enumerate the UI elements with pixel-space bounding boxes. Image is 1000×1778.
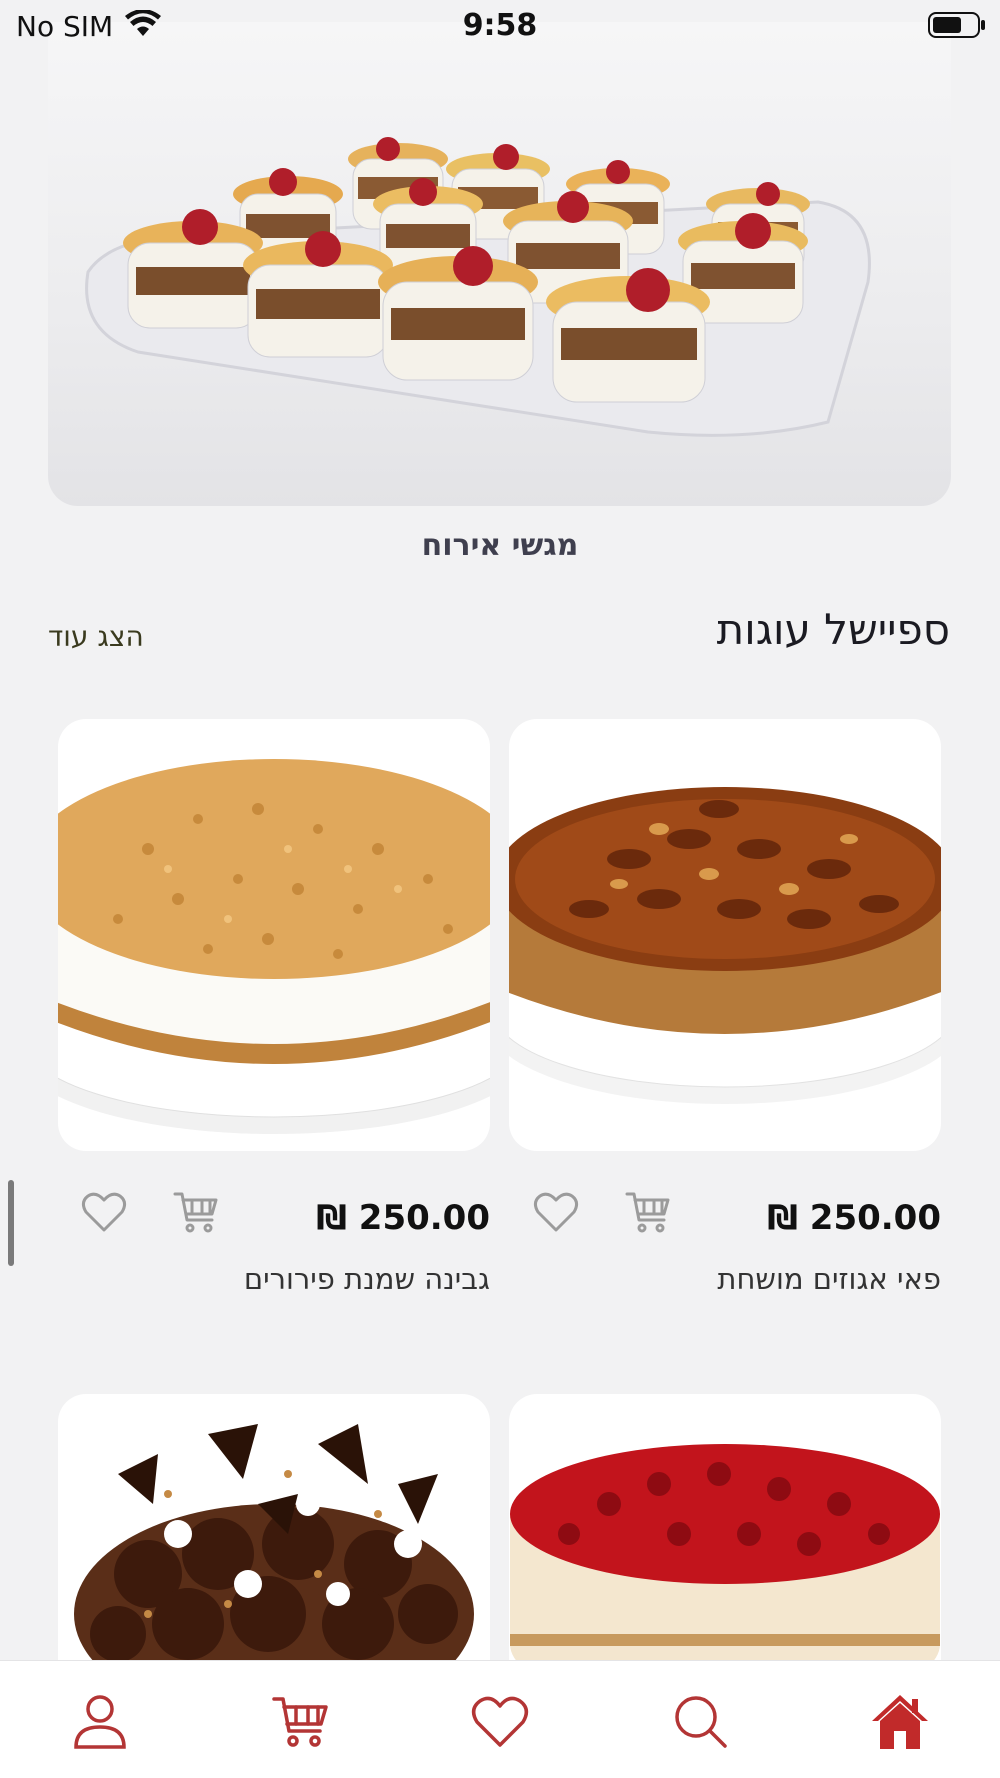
heart-icon[interactable] — [470, 1691, 530, 1751]
add-to-cart-icon[interactable] — [624, 1188, 672, 1236]
product-price: ₪ 250.00 — [767, 1198, 941, 1238]
product-name[interactable]: פאי אגוזים מושחת — [509, 1262, 941, 1296]
add-to-cart-icon[interactable] — [172, 1188, 220, 1236]
section-title: ספיישל עוגות — [716, 605, 950, 654]
battery-icon — [928, 12, 986, 42]
show-more-link[interactable]: הצג עוד — [48, 620, 144, 653]
product-name[interactable]: גבינה שמנת פירורים — [58, 1262, 490, 1296]
user-icon[interactable] — [70, 1691, 130, 1751]
clock: 9:58 — [462, 8, 538, 43]
cart-icon[interactable] — [270, 1691, 330, 1751]
product-price: ₪ 250.00 — [316, 1198, 490, 1238]
scroll-indicator[interactable] — [8, 1180, 14, 1266]
favorite-heart-icon[interactable] — [80, 1188, 128, 1236]
hero-image-fruit-platter[interactable] — [48, 22, 951, 506]
product-image[interactable] — [509, 719, 941, 1151]
home-icon[interactable] — [870, 1691, 930, 1751]
status-bar: No SIM 9:58 — [0, 0, 1000, 50]
bottom-tab-bar — [0, 1660, 1000, 1778]
favorite-heart-icon[interactable] — [532, 1188, 580, 1236]
search-icon[interactable] — [670, 1691, 730, 1751]
product-image[interactable] — [58, 719, 490, 1151]
hero-category-title[interactable]: מגשי אירוח — [0, 528, 1000, 563]
